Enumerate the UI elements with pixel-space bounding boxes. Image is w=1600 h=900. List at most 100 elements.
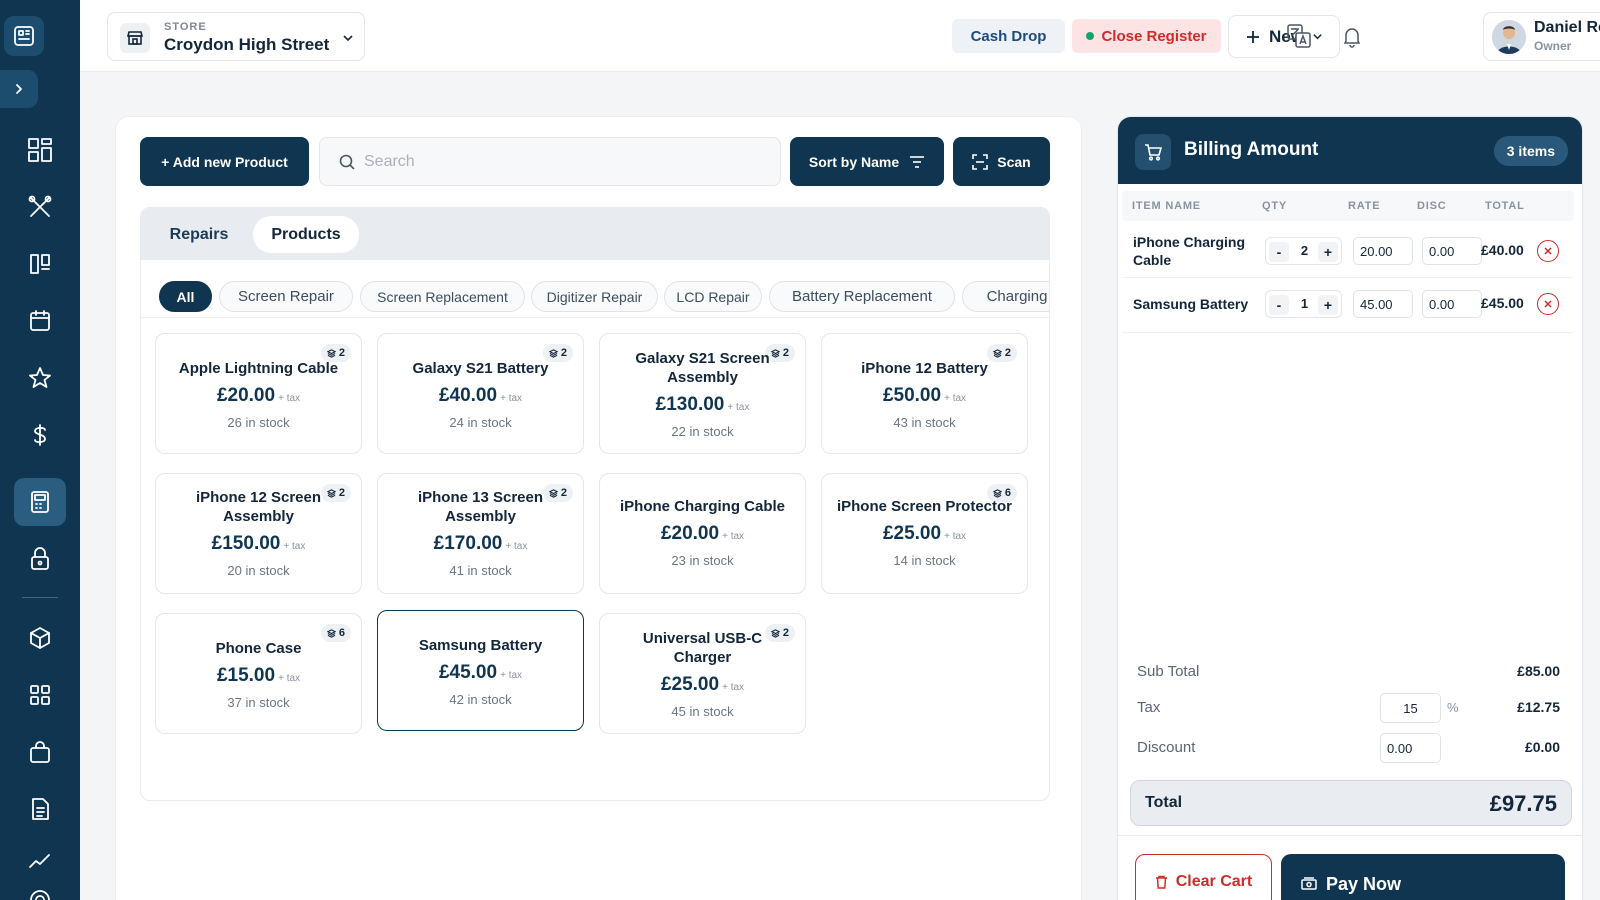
app-logo-icon[interactable] — [4, 16, 44, 56]
chip-screen-repair[interactable]: Screen Repair — [219, 281, 353, 312]
sidebar-item-pos[interactable] — [14, 478, 66, 526]
repair-tools-icon — [28, 195, 52, 217]
product-card[interactable]: 6 iPhone Screen Protector £25.00 + tax 14… — [821, 473, 1028, 594]
pay-now-button[interactable]: Pay Now — [1281, 854, 1565, 900]
product-card[interactable]: 2 Universal USB-C Charger £25.00 + tax 45… — [599, 613, 806, 734]
product-card-selected[interactable]: Samsung Battery £45.00 + tax 42 in stock — [377, 610, 584, 731]
chip-all[interactable]: All — [159, 281, 212, 312]
product-price: £25.00 — [882, 523, 942, 544]
increase-qty-button[interactable]: + — [1318, 295, 1338, 315]
product-card[interactable]: 2 iPhone 13 Screen Assembly £170.00 + tax… — [377, 473, 584, 594]
cart-item-total: £40.00 — [1481, 242, 1524, 258]
total-label: Total — [1145, 794, 1183, 811]
close-register-button[interactable]: Close Register — [1072, 19, 1221, 53]
translate-icon[interactable] — [1285, 22, 1313, 50]
remove-item-button[interactable] — [1537, 293, 1559, 315]
chip-screen-replacement[interactable]: Screen Replacement — [360, 281, 525, 312]
sidebar-item-apps[interactable] — [14, 671, 66, 719]
tax-percent-unit: % — [1447, 700, 1459, 715]
col-total: TOTAL — [1485, 200, 1525, 212]
search-input[interactable] — [364, 150, 764, 174]
items-count-badge: 3 items — [1493, 136, 1568, 166]
store-label: STORE — [164, 21, 207, 33]
tab-products[interactable]: Products — [253, 216, 359, 253]
chip-lcd-repair[interactable]: LCD Repair — [664, 281, 762, 312]
product-card[interactable]: 2 iPhone 12 Screen Assembly £150.00 + tax… — [155, 473, 362, 594]
tax-note: + tax — [283, 541, 306, 552]
col-qty: QTY — [1262, 200, 1288, 212]
product-stock: 24 in stock — [449, 415, 512, 430]
top-header: STORE Croydon High Street Cash Drop Clos… — [80, 0, 1600, 72]
close-icon — [1544, 300, 1552, 308]
decrease-qty-button[interactable]: - — [1269, 295, 1289, 315]
chip-charging[interactable]: Charging — [962, 281, 1049, 312]
tax-value: £12.75 — [1517, 699, 1560, 715]
rate-input[interactable]: 20.00 — [1353, 237, 1413, 265]
sidebar-item-support[interactable] — [14, 876, 66, 900]
sidebar-item-reports[interactable] — [14, 785, 66, 833]
product-name: iPhone 12 Battery — [861, 360, 988, 377]
billing-panel: Billing Amount 3 items ITEM NAME QTY RAT… — [1117, 116, 1583, 900]
new-button[interactable]: New — [1228, 15, 1340, 58]
sidebar-item-favorites[interactable] — [14, 354, 66, 402]
sidebar-item-orders[interactable] — [14, 728, 66, 776]
scan-button[interactable]: Scan — [953, 137, 1050, 186]
product-name: Phone Case — [215, 640, 302, 657]
product-stock: 14 in stock — [893, 553, 956, 568]
rate-input[interactable]: 45.00 — [1353, 290, 1413, 318]
product-name: Galaxy S21 Screen Assembly — [635, 350, 770, 386]
tax-note: + tax — [505, 541, 528, 552]
order-discount-input[interactable]: 0.00 — [1380, 733, 1441, 763]
product-card[interactable]: 2 Apple Lightning Cable £20.00 + tax 26 i… — [155, 333, 362, 454]
product-card[interactable]: iPhone Charging Cable £20.00 + tax 23 in … — [599, 473, 806, 594]
tab-repairs[interactable]: Repairs — [153, 216, 245, 253]
cart-item-name: iPhone Charging Cable — [1133, 234, 1245, 268]
product-price: £45.00 — [438, 662, 498, 683]
scan-button-label: Scan — [997, 153, 1031, 170]
lock-icon — [31, 547, 49, 570]
sidebar — [0, 0, 80, 900]
decrease-qty-button[interactable]: - — [1269, 242, 1289, 262]
sidebar-item-security[interactable] — [14, 535, 66, 583]
cart-item-name: Samsung Battery — [1133, 296, 1249, 312]
avatar — [1492, 20, 1526, 54]
calendar-icon — [30, 310, 50, 331]
sidebar-item-finance[interactable] — [14, 411, 66, 459]
total-box: Total £97.75 — [1130, 780, 1572, 826]
remove-item-button[interactable] — [1537, 240, 1559, 262]
pay-now-label: Pay Now — [1326, 873, 1402, 894]
tab-bar: Repairs Products — [141, 208, 1049, 260]
variant-badge: 2 — [764, 624, 795, 642]
tax-rate-input[interactable]: 15 — [1380, 693, 1441, 723]
sidebar-item-repairs[interactable] — [14, 183, 66, 231]
product-name: iPhone 12 Screen Assembly — [195, 489, 322, 525]
sidebar-item-dashboard[interactable] — [14, 126, 66, 174]
product-card[interactable]: 2 Galaxy S21 Battery £40.00 + tax 24 in s… — [377, 333, 584, 454]
star-icon — [29, 367, 51, 388]
add-product-button[interactable]: + Add new Product — [140, 137, 309, 186]
discount-input[interactable]: 0.00 — [1422, 237, 1482, 265]
subtotal-label: Sub Total — [1137, 663, 1200, 680]
sidebar-item-inventory[interactable] — [14, 614, 66, 662]
tax-note: + tax — [278, 393, 301, 404]
product-card[interactable]: 6 Phone Case £15.00 + tax 37 in stock — [155, 613, 362, 734]
chip-digitizer-repair[interactable]: Digitizer Repair — [531, 281, 658, 312]
discount-input[interactable]: 0.00 — [1422, 290, 1482, 318]
product-name: iPhone Charging Cable — [619, 498, 785, 515]
user-menu[interactable]: Daniel Reid Owner — [1483, 12, 1600, 61]
cash-drop-button[interactable]: Cash Drop — [952, 19, 1065, 53]
product-card[interactable]: 2 Galaxy S21 Screen Assembly £130.00 + ta… — [599, 333, 806, 454]
layers-icon — [770, 628, 780, 638]
notification-bell-icon[interactable] — [1338, 22, 1366, 50]
product-card[interactable]: 2 iPhone 12 Battery £50.00 + tax 43 in st… — [821, 333, 1028, 454]
col-disc: DISC — [1417, 200, 1447, 212]
chip-battery-replacement[interactable]: Battery Replacement — [769, 281, 955, 312]
sidebar-item-board[interactable] — [14, 240, 66, 288]
store-selector[interactable]: STORE Croydon High Street — [107, 12, 365, 61]
plus-icon — [1247, 30, 1260, 43]
sidebar-expand-button[interactable] — [0, 70, 38, 108]
sort-button[interactable]: Sort by Name — [790, 137, 944, 186]
clear-cart-button[interactable]: Clear Cart — [1135, 854, 1272, 900]
increase-qty-button[interactable]: + — [1318, 242, 1338, 262]
sidebar-item-calendar[interactable] — [14, 297, 66, 345]
